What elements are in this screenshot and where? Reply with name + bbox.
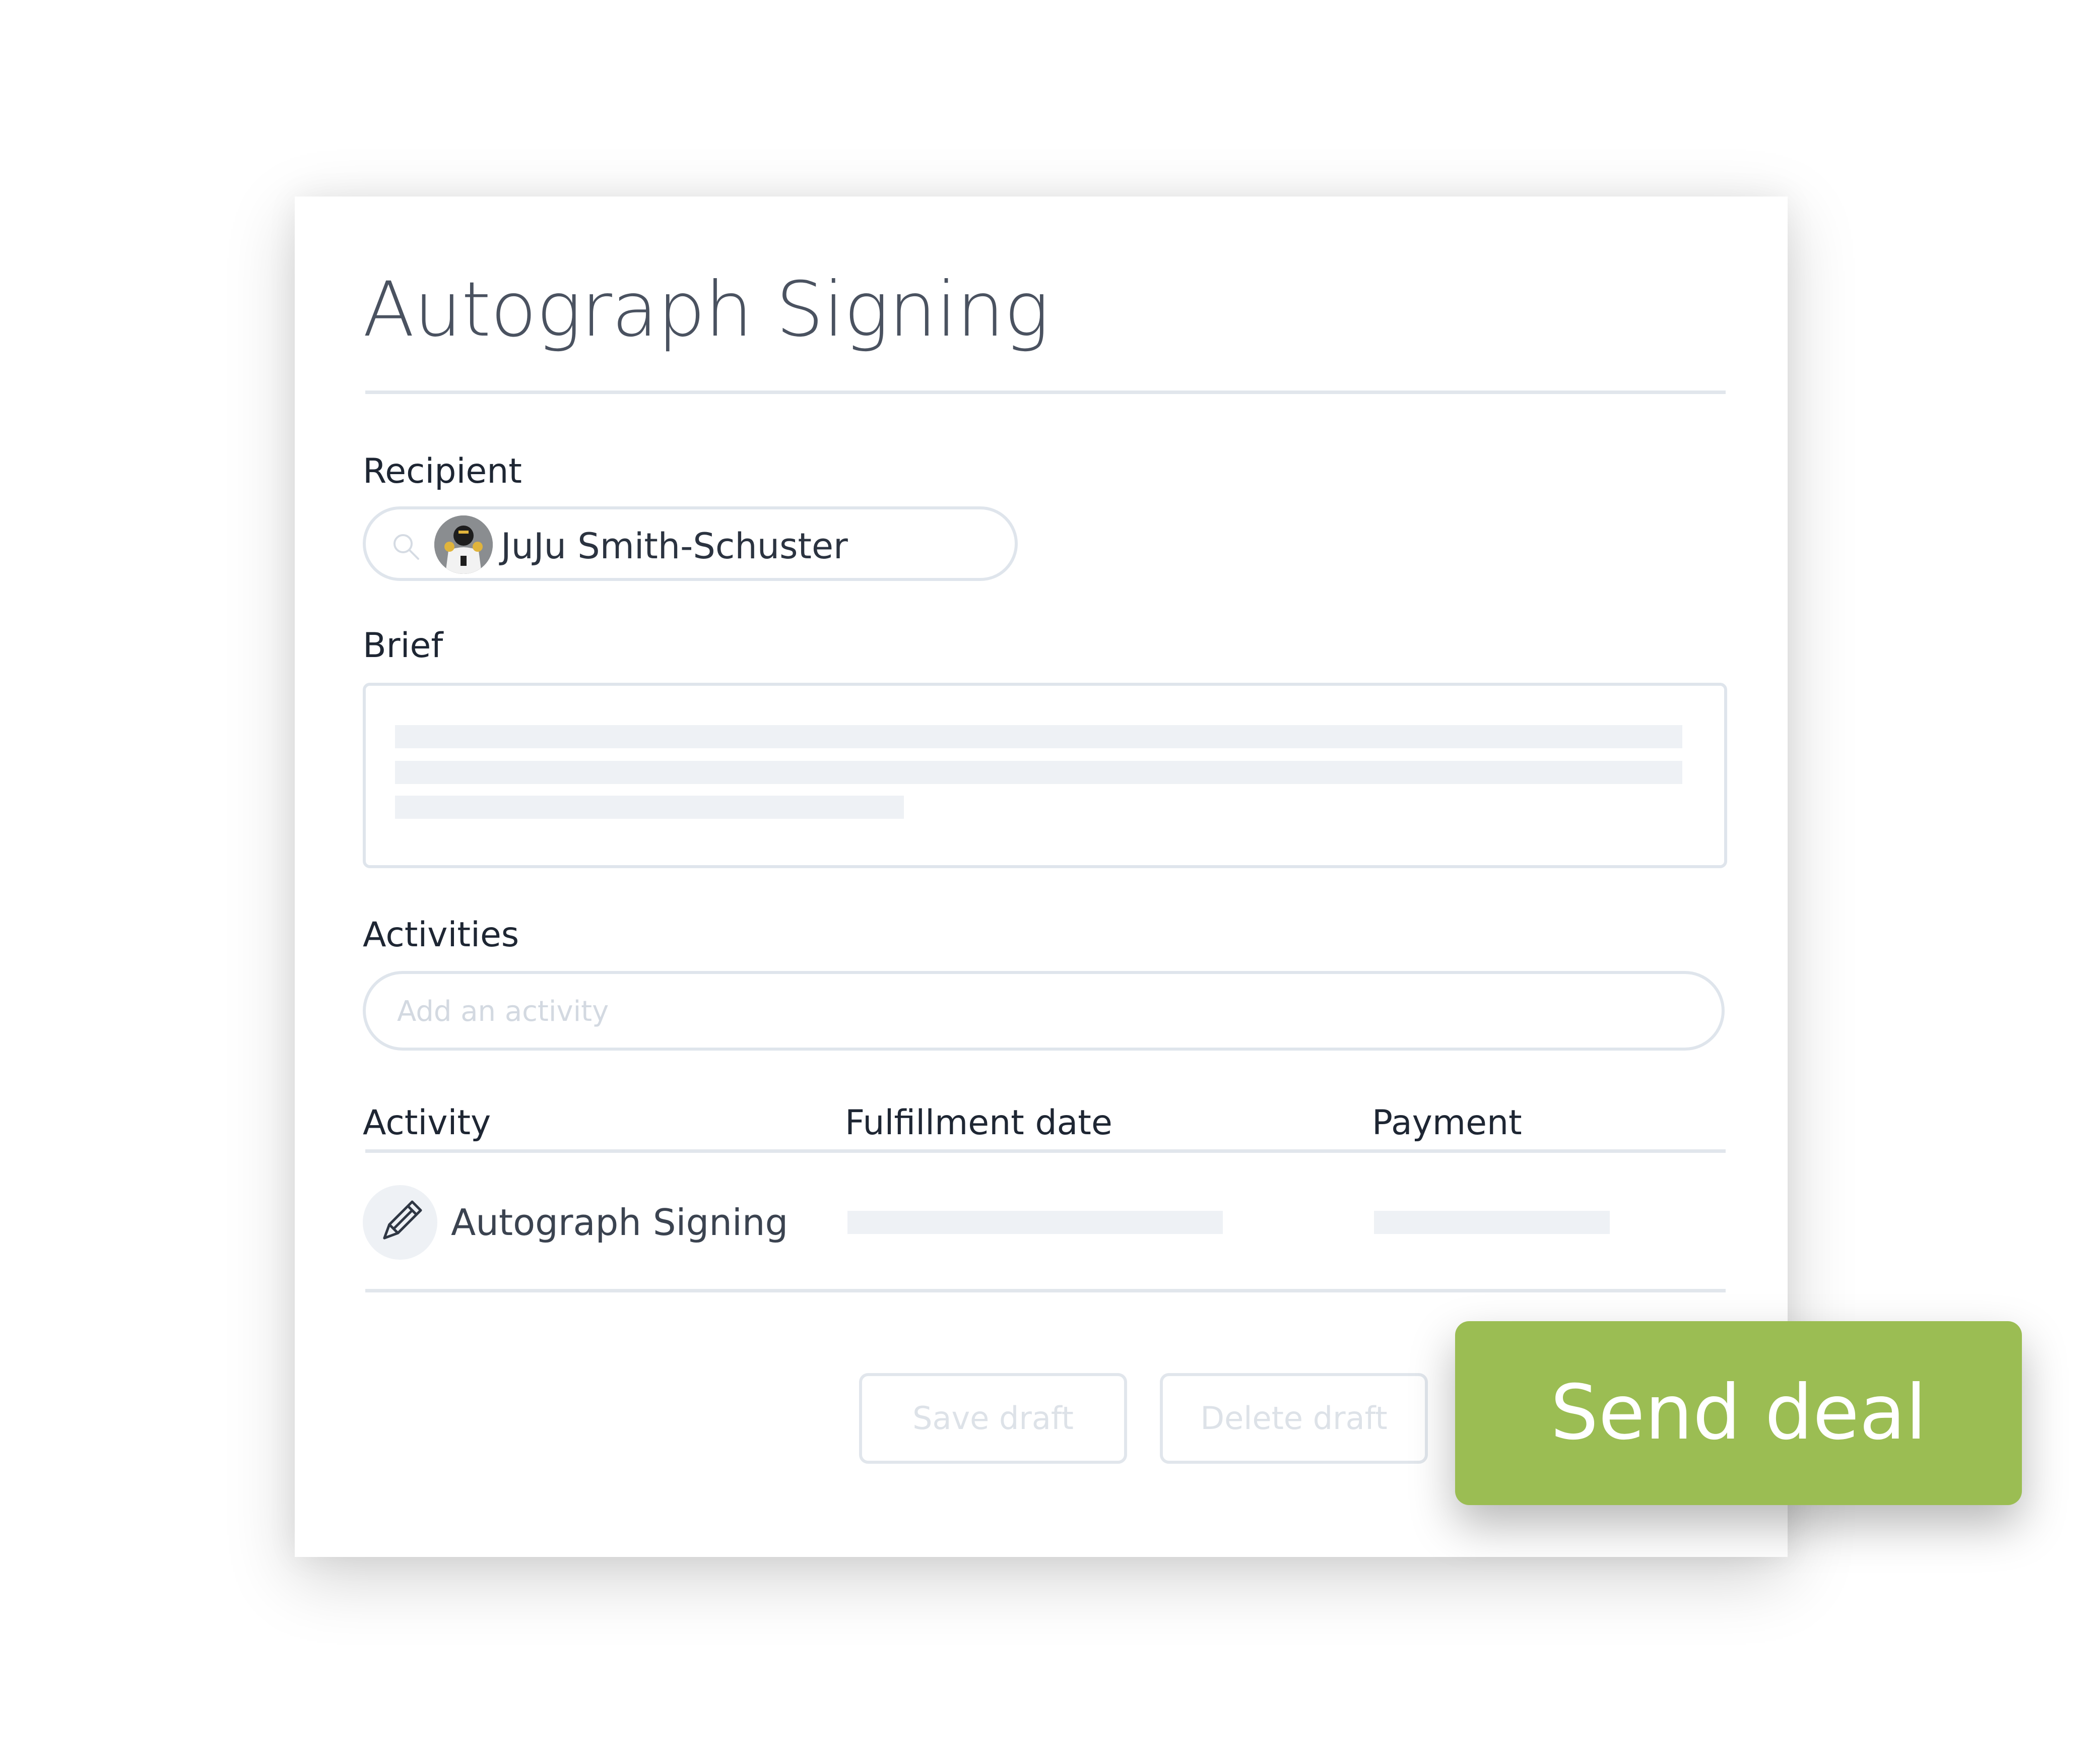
fulfillment-date-placeholder [847, 1211, 1223, 1234]
activity-row-name: Autograph Signing [451, 1201, 789, 1244]
table-header-divider [365, 1149, 1726, 1153]
save-draft-button[interactable]: Save draft [859, 1373, 1127, 1464]
title-divider [365, 391, 1726, 394]
column-header-activity: Activity [363, 1103, 491, 1143]
send-deal-button[interactable]: Send deal [1455, 1321, 2022, 1505]
brief-placeholder-line [395, 725, 1682, 748]
table-row-divider [365, 1289, 1726, 1292]
deal-title: Autograph Signing [363, 266, 1049, 354]
recipient-label: Recipient [363, 451, 522, 491]
brief-placeholder-line [395, 761, 1682, 784]
payment-placeholder [1374, 1211, 1610, 1234]
activities-label: Activities [363, 915, 519, 955]
recipient-name: JuJu Smith-Schuster [501, 526, 848, 567]
add-activity-input[interactable] [396, 974, 1658, 1049]
brief-label: Brief [363, 626, 443, 666]
brief-textarea[interactable] [363, 683, 1727, 868]
column-header-payment: Payment [1372, 1103, 1522, 1143]
stage: Autograph Signing Recipient JuJu Smith-S… [0, 0, 2100, 1755]
recipient-field[interactable]: JuJu Smith-Schuster [363, 506, 1018, 581]
edit-activity-button[interactable] [363, 1185, 437, 1260]
column-header-fulfillment-date: Fulfillment date [845, 1103, 1112, 1143]
pencil-icon [383, 1200, 422, 1240]
recipient-avatar [434, 515, 493, 574]
delete-draft-button[interactable]: Delete draft [1160, 1373, 1428, 1464]
search-icon [393, 534, 419, 560]
brief-placeholder-line [395, 796, 904, 819]
add-activity-field[interactable] [363, 971, 1725, 1051]
